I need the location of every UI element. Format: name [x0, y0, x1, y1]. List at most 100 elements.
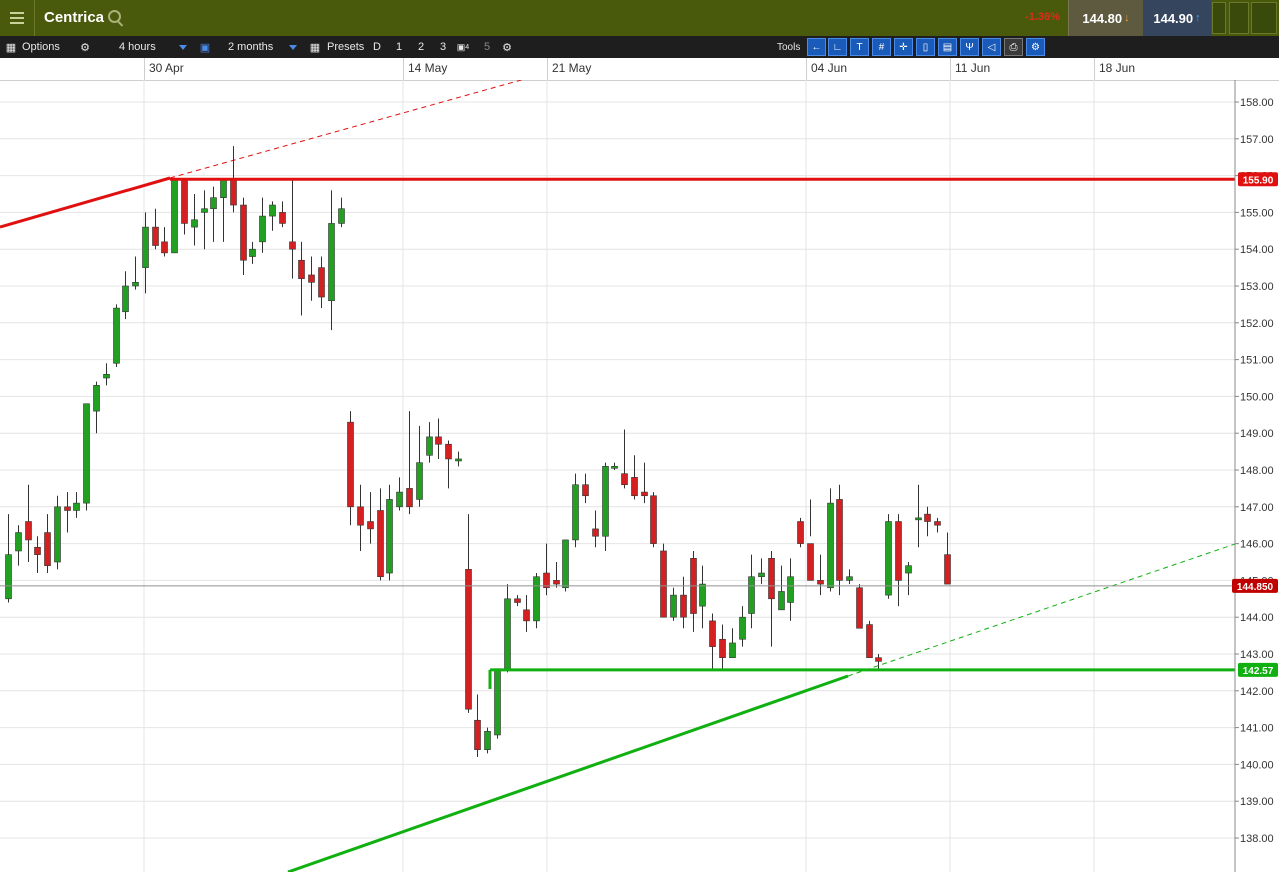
candle-body[interactable]: [631, 477, 638, 497]
candle-body[interactable]: [142, 226, 149, 268]
candle-body[interactable]: [553, 580, 560, 585]
candle-body[interactable]: [289, 241, 296, 250]
candle-body[interactable]: [484, 730, 491, 750]
candle-body[interactable]: [572, 484, 579, 541]
candle-body[interactable]: [748, 576, 755, 614]
candle-body[interactable]: [83, 403, 90, 504]
candle-body[interactable]: [621, 473, 628, 486]
options-menu[interactable]: Options: [22, 36, 60, 58]
candle-body[interactable]: [396, 491, 403, 508]
buy-price-button[interactable]: 144.90 ↑: [1143, 0, 1211, 36]
candle-body[interactable]: [93, 385, 100, 412]
back-icon[interactable]: ←: [807, 38, 826, 56]
candle-body[interactable]: [768, 558, 775, 600]
candle-body[interactable]: [426, 436, 433, 456]
candle-body[interactable]: [641, 491, 648, 497]
print-icon[interactable]: ⎙: [1004, 38, 1023, 56]
candle-body[interactable]: [739, 616, 746, 640]
candle-body[interactable]: [171, 178, 178, 254]
candle-body[interactable]: [817, 580, 824, 585]
candle-body[interactable]: [113, 307, 120, 364]
candle-body[interactable]: [856, 587, 863, 629]
settings-icon[interactable]: ⚙: [1026, 38, 1045, 56]
gear-icon[interactable]: ⚙: [76, 38, 94, 56]
price-chart[interactable]: 158.00157.00156.00155.00154.00153.00152.…: [0, 80, 1279, 872]
candle-body[interactable]: [269, 204, 276, 217]
preset-2[interactable]: 2: [412, 38, 430, 56]
candle-body[interactable]: [885, 521, 892, 596]
lock-icon[interactable]: ▣: [196, 38, 214, 56]
menu-icon[interactable]: [0, 0, 35, 36]
candle-body[interactable]: [905, 565, 912, 574]
candle-body[interactable]: [298, 259, 305, 279]
window-menu-icon[interactable]: [1251, 2, 1277, 34]
candle-body[interactable]: [944, 554, 951, 585]
candle-body[interactable]: [338, 208, 345, 224]
candle-body[interactable]: [709, 620, 716, 647]
candle-body[interactable]: [650, 495, 657, 544]
candle-body[interactable]: [699, 583, 706, 607]
candle-body[interactable]: [152, 226, 159, 246]
options-icon[interactable]: ▦: [2, 38, 20, 56]
candle-body[interactable]: [934, 521, 941, 526]
candle-body[interactable]: [347, 421, 354, 508]
candle-body[interactable]: [455, 458, 462, 462]
candle-body[interactable]: [191, 219, 198, 228]
candle-body[interactable]: [827, 502, 834, 589]
candle-body[interactable]: [602, 466, 609, 537]
candle-body[interactable]: [924, 513, 931, 522]
candle-body[interactable]: [895, 521, 902, 581]
candle-body[interactable]: [132, 282, 139, 287]
candle-body[interactable]: [386, 499, 393, 574]
candle-body[interactable]: [103, 374, 110, 379]
candle-body[interactable]: [670, 594, 677, 618]
candle-body[interactable]: [220, 178, 227, 198]
candle-body[interactable]: [435, 436, 442, 445]
candle-body[interactable]: [660, 550, 667, 618]
candle-body[interactable]: [582, 484, 589, 497]
preset-3[interactable]: 3: [434, 38, 452, 56]
candle-body[interactable]: [719, 638, 726, 658]
candle-body[interactable]: [778, 591, 785, 611]
candle-body[interactable]: [240, 204, 247, 261]
sell-price-button[interactable]: 144.80 ↓: [1068, 0, 1143, 36]
gear-icon[interactable]: ⚙: [498, 38, 516, 56]
preset-4[interactable]: ▣ 4: [454, 38, 472, 56]
text-icon[interactable]: T: [850, 38, 869, 56]
candle-body[interactable]: [357, 506, 364, 526]
interval-select[interactable]: 4 hours: [119, 36, 156, 58]
preset-1[interactable]: 1: [390, 38, 408, 56]
candle-body[interactable]: [611, 466, 618, 469]
preset-d[interactable]: D: [368, 38, 386, 56]
candle-body[interactable]: [279, 212, 286, 224]
instrument-name[interactable]: Centrica: [44, 9, 104, 26]
candle-body[interactable]: [64, 506, 71, 511]
calendar-icon[interactable]: ▦: [306, 38, 324, 56]
candle-body[interactable]: [161, 241, 168, 254]
candle-body[interactable]: [807, 543, 814, 581]
candle-body[interactable]: [474, 719, 481, 750]
candle-body[interactable]: [73, 502, 80, 511]
candle-body[interactable]: [328, 223, 335, 302]
candle-body[interactable]: [729, 642, 736, 658]
layers-icon[interactable]: ▤: [938, 38, 957, 56]
search-icon[interactable]: [108, 10, 121, 23]
candle-body[interactable]: [465, 569, 472, 710]
candle-body[interactable]: [54, 506, 61, 563]
candle-body[interactable]: [249, 248, 256, 257]
candle-body[interactable]: [34, 546, 41, 555]
candle-body[interactable]: [377, 510, 384, 578]
candle-body[interactable]: [201, 208, 208, 213]
candle-body[interactable]: [416, 462, 423, 500]
support-trendline[interactable]: [287, 674, 849, 872]
candle-body[interactable]: [230, 178, 237, 206]
range-select[interactable]: 2 months: [228, 36, 273, 58]
detach-window-icon[interactable]: [1229, 2, 1249, 34]
candle-body[interactable]: [787, 576, 794, 603]
candle-body[interactable]: [445, 443, 452, 460]
candle-body[interactable]: [44, 532, 51, 566]
candle-body[interactable]: [181, 178, 188, 224]
candle-body[interactable]: [259, 215, 266, 243]
candle-body[interactable]: [122, 285, 129, 313]
candle-body[interactable]: [25, 521, 32, 541]
